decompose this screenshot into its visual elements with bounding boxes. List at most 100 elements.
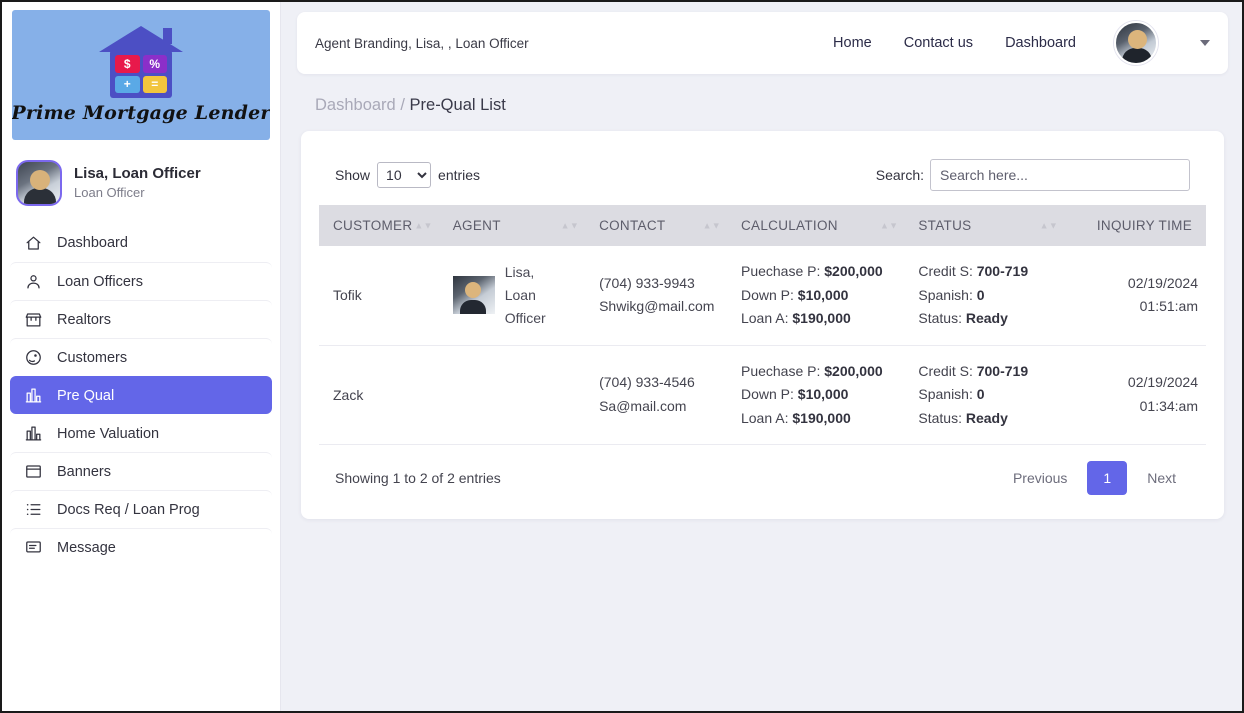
status-value: 700-719	[976, 362, 1029, 379]
breadcrumb-separator: /	[400, 96, 405, 114]
contact-email: Sa@mail.com	[599, 397, 687, 414]
avatar	[16, 160, 62, 206]
sort-icon: ▲▼	[1039, 220, 1059, 230]
brand-logo: $ % + = Prime Mortgage Lender	[12, 10, 270, 140]
store-icon	[24, 310, 43, 329]
list-icon	[24, 500, 43, 519]
inquiry-time: 01:51:am	[1139, 298, 1198, 315]
table-footer: Showing 1 to 2 of 2 entries Previous 1 N…	[319, 445, 1206, 497]
pagination-next[interactable]: Next	[1133, 461, 1190, 495]
breadcrumb-parent[interactable]: Dashboard	[315, 96, 396, 114]
calc-value: $200,000	[824, 362, 883, 379]
plus-key-icon: +	[115, 75, 140, 93]
cell-contact: (704) 933-9943 Shwikg@mail.com	[585, 246, 727, 346]
cell-calculation: Puechase P: $200,000 Down P: $10,000 Loa…	[726, 345, 905, 446]
avatar[interactable]	[1114, 21, 1158, 65]
calc-label: Puechase P:	[740, 263, 821, 279]
table-head: CUSTOMER ▲▼ AGENT ▲▼ CONTACT ▲▼ CALCULATION…	[319, 205, 1206, 246]
percent-key-icon: %	[142, 55, 167, 73]
chevron-down-icon[interactable]	[1200, 40, 1210, 46]
sidebar-item-customers[interactable]: Customers	[10, 338, 272, 376]
house-calculator-icon: $ % + =	[99, 26, 183, 98]
sidebar-item-label: Docs Req / Loan Prog	[57, 501, 200, 518]
agent-role: Loan Officer	[504, 286, 546, 326]
calc-label: Down P:	[740, 286, 794, 303]
customers-icon	[24, 348, 43, 367]
search-label: Search:	[875, 167, 924, 183]
status-label: Spanish:	[918, 286, 973, 303]
status-badge: Ready	[965, 409, 1008, 426]
profile-role: Loan Officer	[74, 184, 145, 200]
column-header-agent[interactable]: AGENT ▲▼	[438, 205, 586, 246]
pre-qual-table: CUSTOMER ▲▼ AGENT ▲▼ CONTACT ▲▼ CALCULATION…	[319, 205, 1206, 446]
table-controls: Show 10 25 50 100 entries Search:	[319, 151, 1206, 205]
pagination-previous[interactable]: Previous	[999, 461, 1081, 495]
column-header-status[interactable]: STATUS ▲▼	[904, 205, 1065, 246]
nav-link-contact-us[interactable]: Contact us	[904, 35, 973, 51]
sidebar-item-home-valuation[interactable]: Home Valuation	[10, 414, 272, 452]
sidebar-item-label: Home Valuation	[57, 425, 160, 442]
calc-value: $190,000	[792, 409, 851, 426]
calculator-keys: $ % + =	[115, 55, 167, 93]
search-control: Search:	[876, 159, 1190, 191]
status-value: 0	[976, 386, 985, 403]
contact-phone: (704) 933-4546	[599, 374, 695, 391]
column-header-contact[interactable]: CONTACT ▲▼	[585, 205, 727, 246]
sort-icon: ▲▼	[414, 220, 433, 230]
search-input[interactable]	[930, 159, 1190, 191]
chimney-shape	[163, 28, 172, 44]
contact-email: Shwikg@mail.com	[599, 298, 715, 315]
status-value: 700-719	[976, 263, 1029, 279]
sidebar-item-label: Dashboard	[57, 235, 128, 251]
status-label: Status:	[918, 310, 962, 327]
cell-contact: (704) 933-4546 Sa@mail.com	[585, 345, 727, 446]
table-row[interactable]: Tofik Lisa, Loan Officer (704) 933-9943 …	[319, 246, 1206, 346]
bar-chart-icon	[24, 424, 43, 443]
cell-inquiry-time: 02/19/2024 01:51:am	[1064, 246, 1206, 346]
main-content: Agent Branding, Lisa, , Loan Officer Hom…	[281, 2, 1242, 711]
column-header-customer[interactable]: CUSTOMER ▲▼	[319, 205, 439, 246]
column-header-calculation[interactable]: CALCULATION ▲▼	[726, 205, 905, 246]
cell-calculation: Puechase P: $200,000 Down P: $10,000 Loa…	[726, 246, 905, 346]
profile-name: Lisa, Loan Officer	[74, 165, 201, 183]
user-icon	[24, 272, 43, 291]
column-header-inquiry-time[interactable]: INQUIRY TIME	[1064, 205, 1206, 246]
calc-value: $10,000	[797, 386, 849, 403]
sort-icon: ▲▼	[879, 220, 899, 230]
sort-icon: ▲▼	[560, 220, 580, 230]
cell-agent: Lisa, Loan Officer	[438, 246, 586, 346]
sidebar-item-label: Pre Qual	[57, 387, 115, 404]
equals-key-icon: =	[142, 75, 167, 93]
top-nav: Home Contact us Dashboard	[833, 21, 1210, 65]
inquiry-date: 02/19/2024	[1127, 274, 1198, 291]
sidebar-item-label: Customers	[57, 349, 128, 366]
cell-status: Credit S: 700-719 Spanish: 0 Status: Rea…	[904, 246, 1065, 346]
sidebar-item-label: Loan Officers	[57, 273, 143, 290]
showing-entries-label: Showing 1 to 2 of 2 entries	[335, 470, 501, 487]
inquiry-date: 02/19/2024	[1127, 374, 1198, 391]
status-label: Credit S:	[918, 263, 973, 279]
status-label: Credit S:	[918, 362, 973, 379]
message-icon	[24, 538, 43, 557]
sidebar-nav: Dashboard Loan Officers Realtors Custome…	[2, 224, 280, 566]
sidebar-item-banners[interactable]: Banners	[10, 452, 272, 490]
brand-name: Prime Mortgage Lender	[12, 102, 270, 124]
nav-link-dashboard[interactable]: Dashboard	[1005, 35, 1076, 51]
sidebar-item-loan-officers[interactable]: Loan Officers	[10, 262, 272, 300]
pagination-page-1[interactable]: 1	[1087, 461, 1128, 496]
table-body: Tofik Lisa, Loan Officer (704) 933-9943 …	[319, 246, 1206, 446]
bar-chart-icon	[24, 386, 43, 405]
table-row[interactable]: Zack (704) 933-4546 Sa@mail.com Puechase…	[319, 345, 1206, 446]
page-length-select[interactable]: 10 25 50 100	[377, 162, 432, 188]
sidebar-profile[interactable]: Lisa, Loan Officer Loan Officer	[2, 140, 280, 224]
sidebar-item-docs-req-loan-prog[interactable]: Docs Req / Loan Prog	[10, 490, 272, 528]
sidebar-item-message[interactable]: Message	[10, 528, 272, 566]
status-label: Status:	[918, 409, 962, 426]
sidebar-item-pre-qual[interactable]: Pre Qual	[10, 376, 272, 414]
dollar-key-icon: $	[115, 55, 140, 73]
nav-link-home[interactable]: Home	[833, 35, 872, 51]
sidebar-item-dashboard[interactable]: Dashboard	[10, 224, 272, 262]
sidebar-item-realtors[interactable]: Realtors	[10, 300, 272, 338]
calc-label: Loan A:	[740, 409, 789, 426]
calc-label: Down P:	[740, 386, 794, 403]
